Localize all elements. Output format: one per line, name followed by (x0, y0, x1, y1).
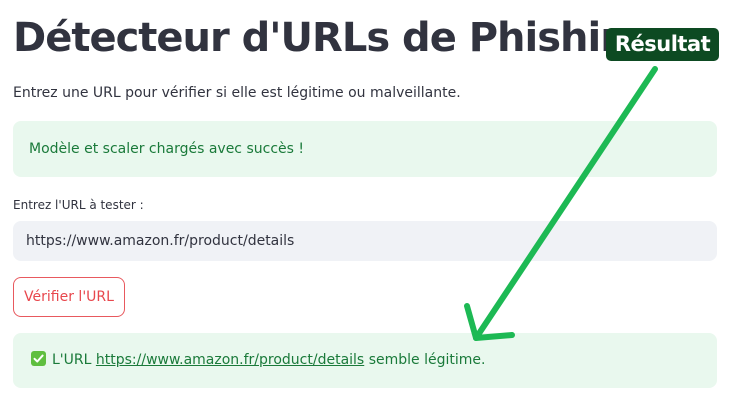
url-input[interactable] (13, 221, 717, 261)
page-title: Détecteur d'URLs de Phishing (13, 15, 656, 61)
arrow-shaft (473, 66, 658, 341)
result-prefix: L'URL (52, 352, 92, 368)
result-url-link[interactable]: https://www.amazon.fr/product/details (96, 352, 364, 368)
model-loaded-alert: Modèle et scaler chargés avec succès ! (13, 121, 717, 177)
check-box-icon (31, 351, 46, 366)
check-url-button[interactable]: Vérifier l'URL (13, 277, 125, 317)
page-subtitle: Entrez une URL pour vérifier si elle est… (13, 85, 461, 101)
url-field-label: Entrez l'URL à tester : (13, 198, 144, 212)
model-loaded-message: Modèle et scaler chargés avec succès ! (29, 141, 304, 157)
result-alert: L'URL https://www.amazon.fr/product/deta… (13, 333, 717, 388)
result-suffix: semble légitime. (368, 352, 486, 368)
result-annotation-badge: Résultat (606, 28, 719, 61)
